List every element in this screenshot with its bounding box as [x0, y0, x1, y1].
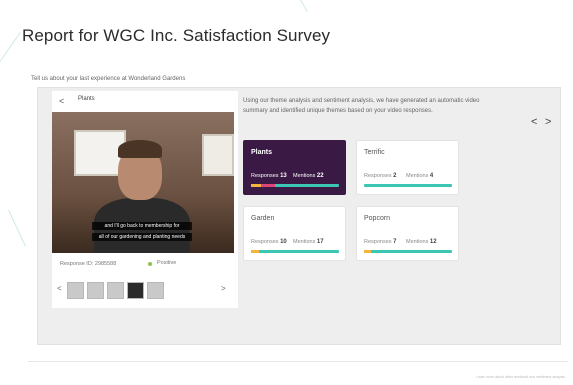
footer-divider	[28, 361, 568, 362]
video-caption-line-2: all of our gardening and planting needs	[92, 233, 192, 241]
theme-name: Plants	[251, 149, 273, 156]
theme-card-popcorn[interactable]: Popcorn Responses 7 Mentions 12	[356, 206, 459, 261]
theme-mentions: Mentions 17	[293, 239, 324, 245]
page-title: Report for WGC Inc. Satisfaction Survey	[22, 26, 331, 45]
question-text: Tell us about your last experience at Wo…	[31, 76, 186, 82]
video-thumbnail[interactable]	[87, 282, 104, 299]
video-person-hair	[118, 140, 162, 158]
back-button[interactable]: <	[59, 96, 64, 106]
sentiment-bar-neutral	[251, 184, 261, 187]
video-thumbnail[interactable]	[147, 282, 164, 299]
sentiment-status: Positive	[157, 260, 177, 266]
theme-responses: Responses 10	[251, 239, 287, 245]
theme-responses: Responses 7	[364, 239, 397, 245]
themes-next-button[interactable]: >	[545, 116, 551, 128]
video-thumbnail-selected[interactable]	[127, 282, 144, 299]
themes-prev-button[interactable]: <	[531, 116, 537, 128]
decorative-line	[8, 209, 26, 247]
sentiment-bar	[364, 250, 452, 253]
theme-card-plants[interactable]: Plants Responses 13 Mentions 22	[243, 140, 346, 195]
sentiment-bar	[251, 184, 339, 187]
video-thumbnail[interactable]	[107, 282, 124, 299]
summary-text: Using our theme analysis and sentiment a…	[243, 98, 480, 114]
theme-name: Terrific	[364, 149, 385, 156]
footer-text: Learn more about video feedback and sent…	[476, 375, 565, 379]
sentiment-bar-negative	[261, 184, 275, 187]
sentiment-bar-neutral	[251, 250, 259, 253]
video-player[interactable]: and I'll go back to membership for all o…	[52, 112, 234, 253]
decorative-line	[0, 32, 21, 82]
theme-responses: Responses 2	[364, 173, 397, 179]
thumbnails-next-button[interactable]: >	[221, 284, 226, 293]
decorative-line	[300, 0, 308, 13]
theme-mentions: Mentions 4	[406, 173, 434, 179]
video-caption-line-1: and I'll go back to membership for	[92, 222, 192, 230]
response-id: Response ID: 2985588	[60, 261, 117, 267]
theme-mentions: Mentions 22	[293, 173, 324, 179]
theme-mentions: Mentions 12	[406, 239, 437, 245]
sentiment-bar-neutral	[364, 250, 371, 253]
sentiment-bar	[364, 184, 452, 187]
video-thumbnail[interactable]	[67, 282, 84, 299]
sentiment-bar	[251, 250, 339, 253]
theme-card-garden[interactable]: Garden Responses 10 Mentions 17	[243, 206, 346, 261]
theme-name: Garden	[251, 215, 275, 222]
theme-name: Popcorn	[364, 215, 391, 222]
sentiment-dot-icon	[148, 262, 152, 266]
theme-card-terrific[interactable]: Terrific Responses 2 Mentions 4	[356, 140, 459, 195]
theme-responses: Responses 13	[251, 173, 287, 179]
selected-theme-label: Plants	[78, 96, 95, 102]
thumbnails-prev-button[interactable]: <	[57, 284, 62, 293]
video-window-right	[202, 134, 234, 176]
